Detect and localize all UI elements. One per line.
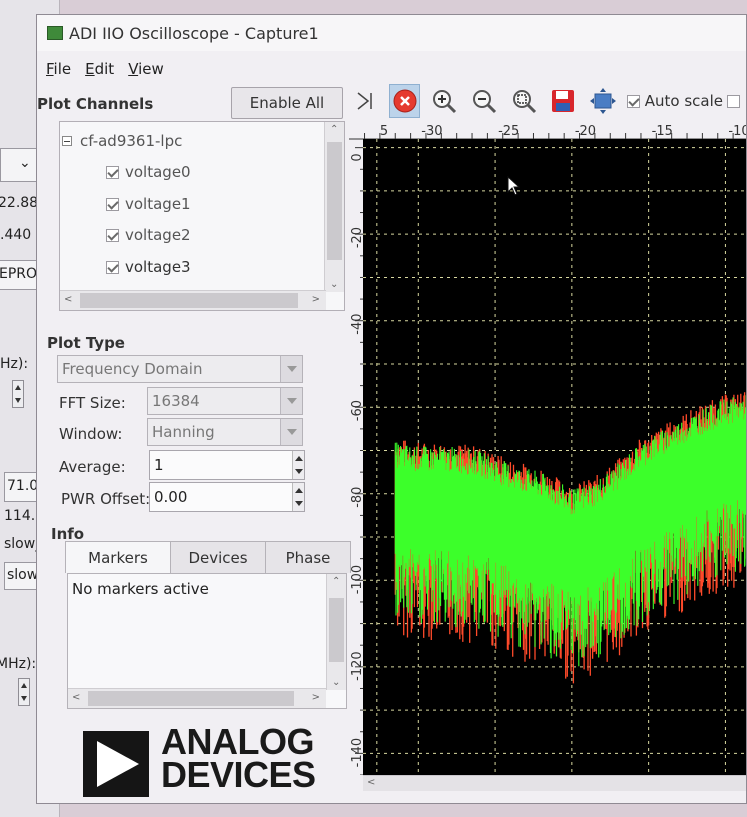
plot-domain-select[interactable]: Frequency Domain <box>57 355 303 383</box>
scroll-thumb[interactable] <box>327 142 342 260</box>
channel-row-voltage3[interactable]: voltage3 <box>106 258 191 276</box>
collapse-icon[interactable] <box>62 136 72 146</box>
channel-row-voltage2[interactable]: voltage2 <box>106 226 191 244</box>
tree-horizontal-scrollbar[interactable]: < > <box>60 290 326 310</box>
x-tick-label: -20 <box>575 124 596 139</box>
oscilloscope-window: ADI IIO Oscilloscope - Capture1 File Edi… <box>36 14 747 804</box>
window-label: Window: <box>59 425 123 443</box>
channel-label: voltage2 <box>125 226 191 244</box>
scroll-thumb[interactable] <box>88 691 294 706</box>
scroll-thumb[interactable] <box>80 293 298 308</box>
channel-tree: cf-ad9361-lpc voltage0 voltage1 voltage2… <box>59 121 345 311</box>
window-select[interactable]: Hanning <box>147 418 303 446</box>
fft-size-select[interactable]: 16384 <box>147 387 303 415</box>
background-combo[interactable]: ⌄ <box>0 148 40 182</box>
scroll-up-icon[interactable]: ⌃ <box>330 124 338 135</box>
zoom-fit-icon[interactable] <box>508 84 540 118</box>
markers-status: No markers active <box>72 580 209 598</box>
x-tick-label: -15 <box>652 124 673 139</box>
x-tick-label: -10 <box>728 124 747 139</box>
save-icon[interactable] <box>547 84 579 118</box>
background-spinner[interactable] <box>18 678 30 706</box>
channel-checkbox[interactable] <box>106 260 119 274</box>
device-name: cf-ad9361-lpc <box>80 132 183 150</box>
spin-arrows-icon[interactable] <box>292 451 304 479</box>
fft-size-label: FFT Size: <box>59 394 126 412</box>
average-label: Average: <box>59 458 126 476</box>
spin-arrows-icon[interactable] <box>292 483 304 511</box>
tab-phase[interactable]: Phase <box>265 541 351 573</box>
fullscreen-icon[interactable] <box>587 84 619 118</box>
fft-plot-area: 5-30-25-20-15-10 0-20-40-60-80-100-120-1… <box>349 123 746 803</box>
channel-label: voltage0 <box>125 163 191 181</box>
chevron-down-icon <box>280 356 302 382</box>
background-label: Hz): <box>0 356 29 372</box>
x-tick-label: -30 <box>421 124 442 139</box>
scroll-down-icon[interactable]: ⌄ <box>330 279 338 290</box>
tree-vertical-scrollbar[interactable]: ⌃ ⌄ <box>324 122 344 292</box>
plot-type-label: Plot Type <box>47 334 125 352</box>
plot-horizontal-scrollbar[interactable]: < <box>363 775 746 791</box>
enable-all-button[interactable]: Enable All <box>231 87 343 119</box>
fft-plot-canvas[interactable] <box>363 139 747 775</box>
auto-scale-label: Auto scale <box>644 92 723 110</box>
zoom-in-icon[interactable] <box>428 84 460 118</box>
app-icon <box>47 26 63 40</box>
markers-panel: No markers active ⌃ ⌄ < > <box>67 573 347 709</box>
background-button[interactable]: EPRO <box>0 260 38 290</box>
channel-checkbox[interactable] <box>106 228 119 242</box>
zoom-out-icon[interactable] <box>468 84 500 118</box>
background-spinner[interactable] <box>12 380 24 408</box>
channel-checkbox[interactable] <box>106 197 119 211</box>
scroll-right-icon[interactable]: > <box>312 692 320 703</box>
menu-file[interactable]: File <box>46 60 71 78</box>
channel-checkbox[interactable] <box>106 165 119 179</box>
fft-series-1 <box>394 395 746 667</box>
channel-row-voltage0[interactable]: voltage0 <box>106 163 191 181</box>
menu-edit[interactable]: Edit <box>85 60 114 78</box>
pwr-offset-label: PWR Offset: <box>61 490 151 508</box>
chevron-down-icon <box>280 419 302 445</box>
x-tick-label: 5 <box>380 124 388 139</box>
x-tick-label: -25 <box>498 124 519 139</box>
background-value: .440 <box>0 227 32 243</box>
channel-label: voltage1 <box>125 195 191 213</box>
plot-channels-label: Plot Channels <box>37 95 154 113</box>
auto-scale-toggle[interactable]: Auto scale <box>626 92 746 110</box>
plot-toolbar: Auto scale <box>349 81 746 121</box>
scroll-up-icon[interactable]: ⌃ <box>332 576 340 587</box>
background-label: MHz): <box>0 656 37 672</box>
title-bar[interactable]: ADI IIO Oscilloscope - Capture1 <box>37 15 746 51</box>
average-stepper[interactable]: 1 <box>149 450 305 480</box>
scroll-right-icon[interactable]: > <box>312 294 320 305</box>
menu-view[interactable]: View <box>128 60 164 78</box>
analog-devices-logo-text: ANALOG DEVICES <box>161 721 316 795</box>
tab-markers[interactable]: Markers <box>65 541 171 573</box>
menu-bar: File Edit View <box>37 55 164 83</box>
tree-device-row[interactable]: cf-ad9361-lpc <box>62 132 182 150</box>
scroll-thumb[interactable] <box>329 598 344 662</box>
scroll-left-icon[interactable]: < <box>64 294 72 305</box>
pwr-offset-stepper[interactable]: 0.00 <box>149 482 305 512</box>
scroll-left-icon[interactable]: < <box>72 692 80 703</box>
mouse-cursor-icon <box>507 176 521 196</box>
tab-devices[interactable]: Devices <box>170 541 266 573</box>
stop-icon[interactable] <box>388 84 421 118</box>
auto-scale-checkbox[interactable] <box>626 94 640 108</box>
play-pause-icon[interactable] <box>349 84 381 118</box>
info-vertical-scrollbar[interactable]: ⌃ ⌄ <box>326 574 346 690</box>
analog-devices-logo-icon <box>83 731 149 797</box>
fft-trace <box>394 395 746 667</box>
chevron-down-icon: ⌄ <box>19 155 31 171</box>
window-title: ADI IIO Oscilloscope - Capture1 <box>69 23 319 43</box>
channel-label: voltage3 <box>125 258 191 276</box>
info-horizontal-scrollbar[interactable]: < > <box>68 688 326 708</box>
secondary-checkbox[interactable] <box>726 94 740 108</box>
channel-row-voltage1[interactable]: voltage1 <box>106 195 191 213</box>
scroll-left-icon[interactable]: < <box>367 777 375 788</box>
scroll-down-icon[interactable]: ⌄ <box>332 677 340 688</box>
left-panel: Plot Channels Enable All cf-ad9361-lpc v… <box>37 85 351 803</box>
info-tabs: Markers Devices Phase <box>65 541 351 573</box>
chevron-down-icon <box>280 388 302 414</box>
